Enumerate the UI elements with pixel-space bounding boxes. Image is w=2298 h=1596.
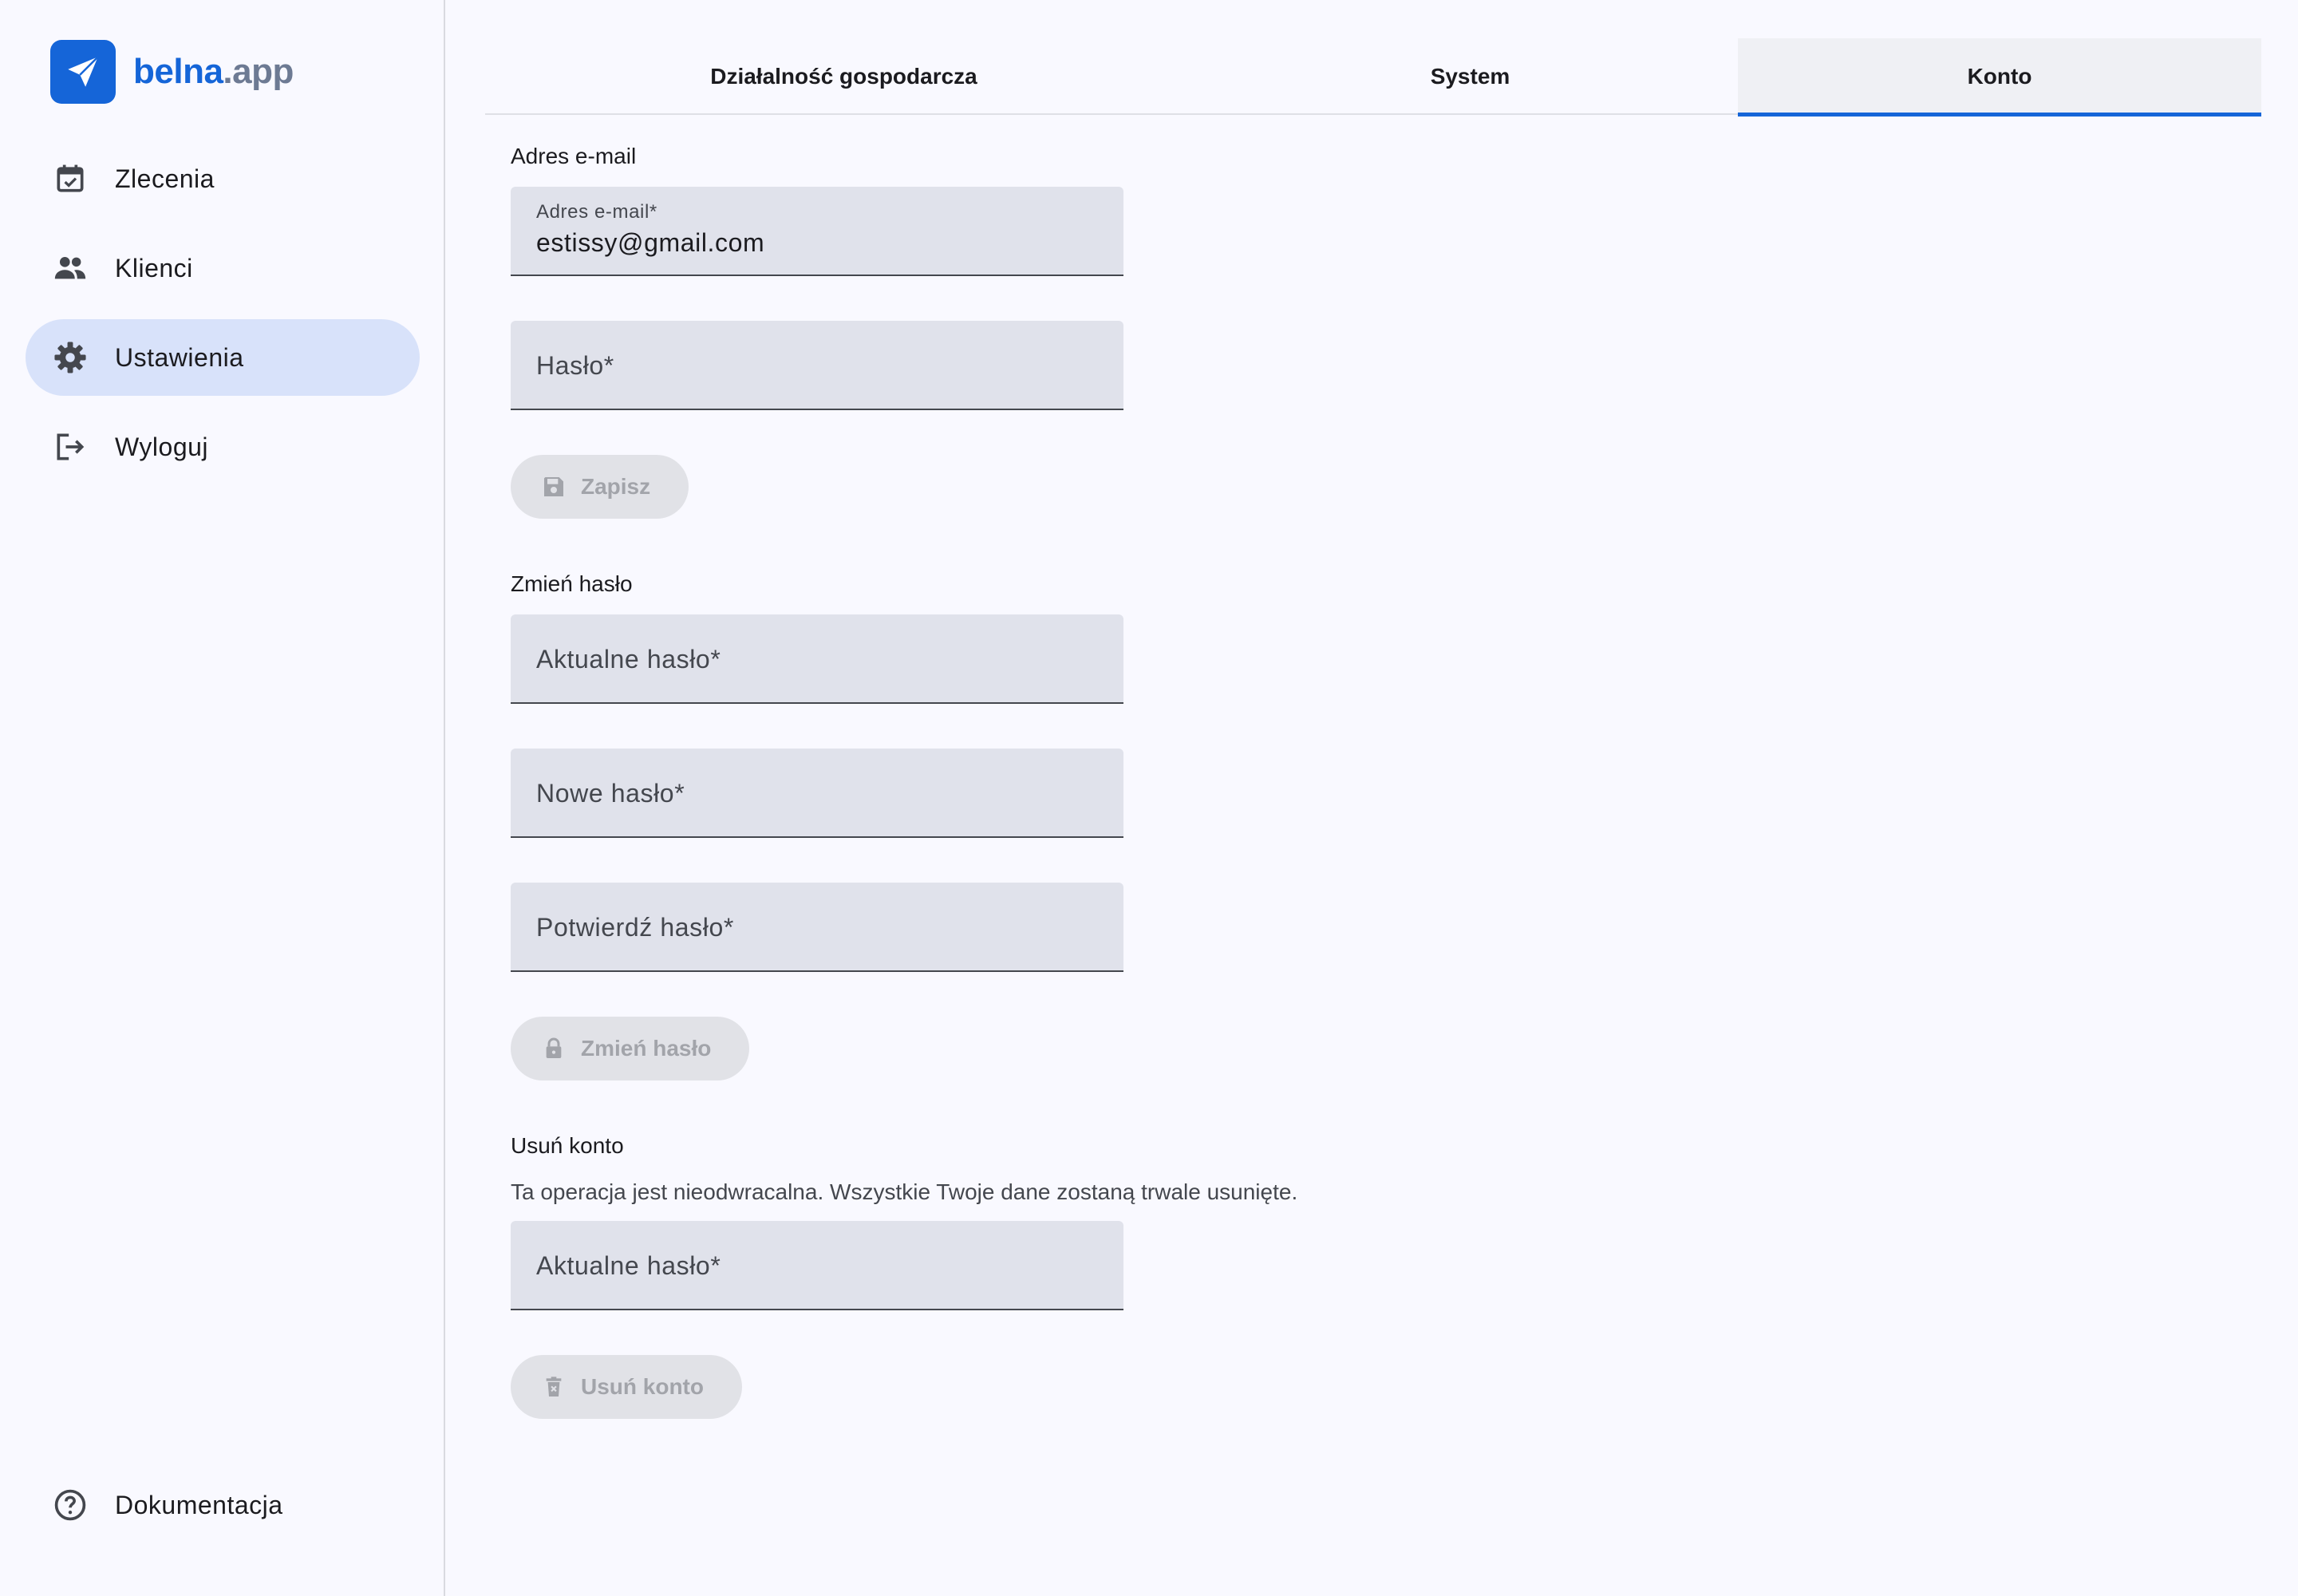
sidebar-item-klienci[interactable]: Klienci	[26, 230, 420, 306]
brand-name-secondary: .app	[223, 52, 294, 91]
lock-icon	[539, 1034, 568, 1063]
email-password-field[interactable]: Hasło*	[511, 321, 1123, 410]
tab-bar: Działalność gospodarcza System Konto	[485, 38, 2261, 117]
change-password-title: Zmień hasło	[511, 571, 633, 596]
tab-system[interactable]: System	[1202, 38, 1738, 115]
delete-password-placeholder: Aktualne hasło*	[536, 1251, 721, 1280]
trash-icon	[539, 1373, 568, 1401]
email-field-label: Adres e-mail*	[536, 201, 657, 223]
gear-icon	[51, 338, 89, 377]
floppy-disk-icon	[539, 472, 568, 501]
sidebar-item-ustawienia[interactable]: Ustawienia	[26, 319, 420, 396]
sidebar-item-label: Klienci	[115, 253, 193, 282]
sidebar-item-dokumentacja[interactable]: Dokumentacja	[26, 1467, 420, 1543]
brand-name: belna.app	[133, 52, 294, 92]
current-password-field[interactable]: Aktualne hasło*	[511, 614, 1123, 704]
tab-dzialalnosc[interactable]: Działalność gospodarcza	[485, 38, 1202, 115]
sidebar: belna.app Zlecenia Klienci Ustawienia Wy…	[0, 0, 445, 1596]
sidebar-bottom: Dokumentacja	[26, 1467, 420, 1556]
confirm-password-field[interactable]: Potwierdź hasło*	[511, 883, 1123, 972]
email-section-title: Adres e-mail	[511, 144, 637, 168]
change-password-button[interactable]: Zmień hasło	[511, 1017, 750, 1080]
email-field-value: estissy@gmail.com	[536, 228, 765, 257]
save-button[interactable]: Zapisz	[511, 455, 689, 519]
calendar-check-icon	[51, 160, 89, 198]
sidebar-item-label: Zlecenia	[115, 164, 215, 193]
new-password-field[interactable]: Nowe hasło*	[511, 749, 1123, 838]
delete-account-warning: Ta operacja jest nieodwracalna. Wszystki…	[511, 1179, 1298, 1204]
logout-icon	[51, 428, 89, 466]
sidebar-item-label: Wyloguj	[115, 432, 209, 461]
help-circle-icon	[51, 1486, 89, 1524]
delete-current-password-field[interactable]: Aktualne hasło*	[511, 1221, 1123, 1310]
sidebar-item-label: Ustawienia	[115, 342, 244, 372]
current-password-placeholder: Aktualne hasło*	[536, 645, 721, 674]
app-root: belna.app Zlecenia Klienci Ustawienia Wy…	[0, 0, 2298, 1596]
tab-konto[interactable]: Konto	[1738, 38, 2261, 117]
change-password-button-label: Zmień hasło	[581, 1036, 712, 1061]
delete-account-button-label: Usuń konto	[581, 1374, 704, 1399]
sidebar-item-label: Dokumentacja	[115, 1490, 283, 1519]
brand-name-primary: belna	[133, 52, 223, 91]
save-button-label: Zapisz	[581, 474, 651, 499]
people-icon	[51, 249, 89, 287]
email-field[interactable]: Adres e-mail* estissy@gmail.com	[511, 187, 1123, 276]
email-password-placeholder: Hasło*	[536, 351, 614, 380]
delete-account-title: Usuń konto	[511, 1133, 624, 1158]
confirm-password-placeholder: Potwierdź hasło*	[536, 913, 734, 942]
main-content: Działalność gospodarcza System Konto Adr…	[447, 0, 2298, 1596]
new-password-placeholder: Nowe hasło*	[536, 779, 685, 808]
sidebar-nav: Zlecenia Klienci Ustawienia Wyloguj	[26, 140, 420, 498]
delete-account-button[interactable]: Usuń konto	[511, 1355, 742, 1419]
sidebar-item-wyloguj[interactable]: Wyloguj	[26, 409, 420, 485]
brand[interactable]: belna.app	[50, 40, 294, 104]
paper-plane-icon	[50, 40, 116, 104]
sidebar-item-zlecenia[interactable]: Zlecenia	[26, 140, 420, 217]
